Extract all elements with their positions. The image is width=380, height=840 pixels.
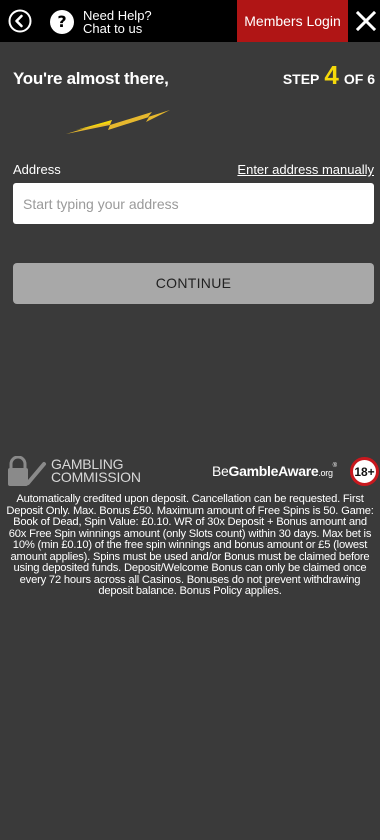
bga-prefix: Be <box>212 463 229 479</box>
gc-line-2: COMMISSION <box>51 469 141 485</box>
page-heading: You're almost there, <box>13 69 169 88</box>
back-arrow-icon[interactable] <box>8 9 32 33</box>
bga-suffix: .org <box>318 468 333 478</box>
step-current: 4 <box>324 60 339 90</box>
continue-button[interactable]: CONTINUE <box>13 263 374 304</box>
members-login-button[interactable]: Members Login <box>237 0 348 42</box>
step-prefix: STEP <box>282 71 320 87</box>
enter-address-manually-link[interactable]: Enter address manually <box>237 162 374 177</box>
bga-bold: GambleAware <box>228 463 319 479</box>
help-chat-link[interactable]: ? Need Help? Chat to us <box>50 8 152 36</box>
address-label: Address <box>13 162 61 177</box>
close-icon[interactable] <box>356 11 376 31</box>
bga-registered: ® <box>332 463 337 469</box>
help-line-2: Chat to us <box>83 21 143 36</box>
address-input[interactable] <box>13 183 374 224</box>
question-icon: ? <box>50 10 74 34</box>
age-badge-text: 18+ <box>354 465 374 479</box>
help-text: Need Help? Chat to us <box>83 9 152 35</box>
gambling-commission-text: GAMBLING COMMISSION <box>51 457 141 485</box>
lightning-bolt-icon <box>66 110 170 134</box>
step-indicator: STEP 4 OF 6 <box>283 62 375 88</box>
step-suffix: OF 6 <box>343 71 375 87</box>
age-18-badge: 18+ <box>350 457 379 486</box>
bonus-terms-text: Automatically credited upon deposit. Can… <box>6 493 374 597</box>
begambleaware-logo[interactable]: BeGambleAware.org® <box>212 463 337 479</box>
top-bar: ? Need Help? Chat to us Members Login <box>0 0 380 42</box>
